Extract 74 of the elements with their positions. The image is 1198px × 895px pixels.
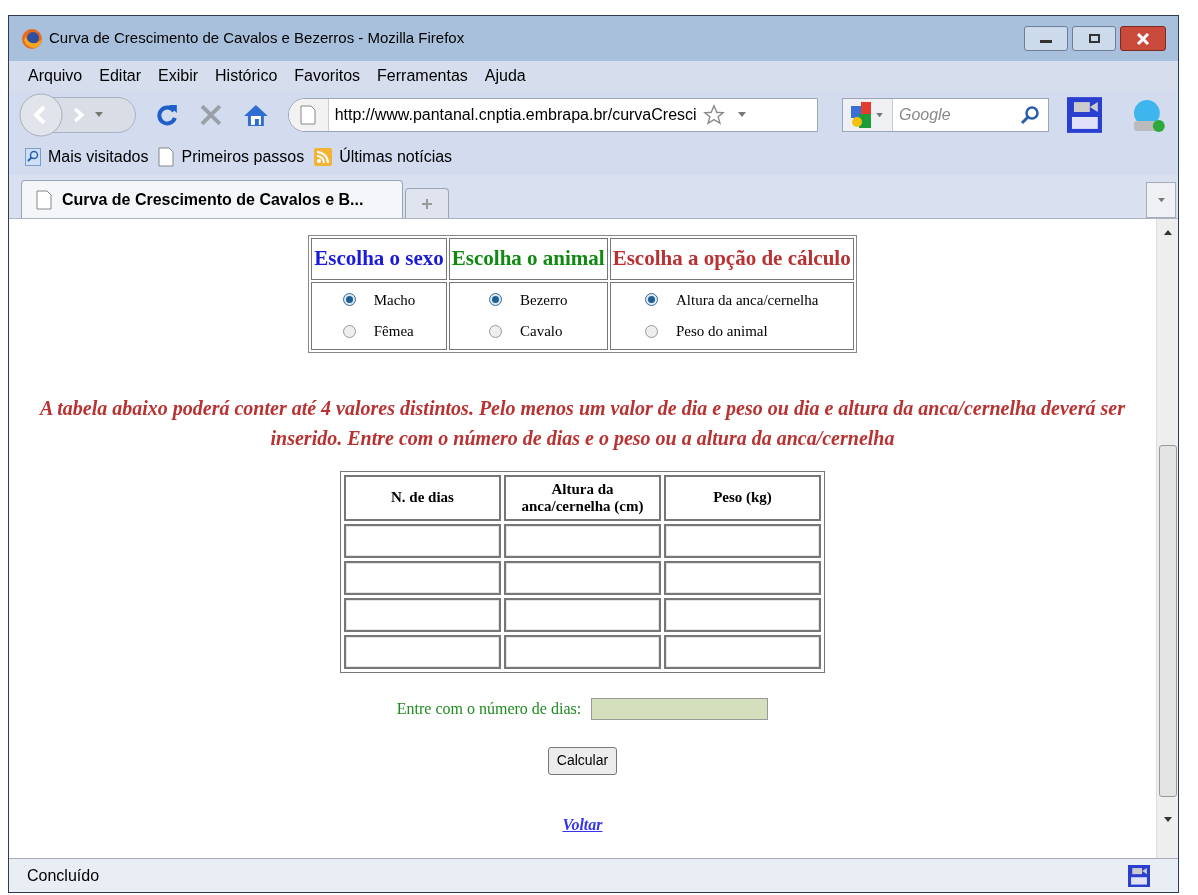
radio-button[interactable] [342, 293, 356, 307]
column-heading: Escolha a opção de cálculo [609, 238, 854, 280]
table-input[interactable] [666, 636, 819, 667]
url-text: http://www.pantanal.cnptia.embrapa.br/curvaCresci [334, 105, 697, 125]
radio-button[interactable] [489, 324, 502, 338]
days-label: Entre com o número de dias: [396, 698, 582, 719]
back-link[interactable]: Voltar [562, 812, 603, 837]
radio-label: Macho [373, 290, 416, 310]
table-input[interactable] [346, 562, 499, 593]
browser-tab[interactable]: Curva de Crescimento de Cavalos e B... [21, 180, 403, 218]
video-camera-icon[interactable] [1128, 864, 1150, 887]
search-icon [25, 148, 41, 166]
menu-item[interactable]: Editar [99, 64, 142, 88]
menu-item[interactable]: Exibir [158, 64, 199, 88]
instruction-text: A tabela abaixo poderá conter até 4 valores distintos. Pelo menos um valor de dia e peso ou dia e altura da anca/cernelha deverá ser inserido. Entre com o número de dias e o peso ou a altura da anca/cernelha [38, 395, 1126, 452]
caret-icon [94, 112, 104, 118]
search-icon[interactable] [1019, 105, 1040, 125]
table-input[interactable] [506, 562, 659, 593]
radio-label: Peso do animal [675, 322, 768, 341]
caret-icon [874, 112, 884, 118]
menu-item[interactable]: Favoritos [294, 64, 361, 88]
caret-icon[interactable] [736, 112, 747, 118]
table-input[interactable] [666, 562, 819, 593]
column-heading: Escolha o animal [448, 238, 608, 280]
scroll-up-icon[interactable] [1162, 229, 1173, 235]
page-icon [36, 189, 52, 210]
maximize-button[interactable] [1072, 26, 1116, 51]
table-input[interactable] [346, 636, 499, 667]
table-input[interactable] [506, 599, 659, 630]
menu-item[interactable]: Ferramentas [377, 64, 468, 88]
status-text: Concluído [27, 865, 100, 886]
radio-label: Altura da anca/cernelha [675, 290, 819, 310]
menu-item[interactable]: Arquivo [28, 64, 83, 88]
column-header: N. de dias [344, 474, 501, 521]
radio-button[interactable] [489, 293, 502, 307]
radio-button[interactable] [342, 324, 356, 338]
bookmark-link[interactable]: Mais visitados [48, 145, 149, 169]
star-icon[interactable] [702, 104, 725, 126]
column-heading: Escolha o sexo [311, 238, 447, 280]
search-field[interactable]: Google [841, 98, 1049, 132]
scrollbar[interactable] [1156, 219, 1178, 858]
plus-icon [421, 197, 433, 210]
table-input[interactable] [666, 599, 819, 630]
minimize-button[interactable] [1024, 26, 1068, 51]
close-icon [1136, 32, 1150, 45]
caret-icon [1156, 197, 1166, 203]
scroll-down-icon[interactable] [1162, 817, 1173, 823]
video-camera-icon[interactable] [1066, 97, 1103, 133]
bookmark-link[interactable]: Últimas notícias [339, 145, 453, 169]
calcular-button[interactable]: Calcular [547, 746, 618, 775]
table-input[interactable] [346, 599, 499, 630]
address-bar[interactable]: http://www.pantanal.cnptia.embrapa.br/curvaCresci [287, 98, 818, 132]
bookmark-link[interactable]: Primeiros passos [181, 145, 305, 169]
column-header: Peso (kg) [664, 474, 821, 521]
window-title: Curva de Crescimento de Cavalos e Bezerros - Mozilla Firefox [49, 28, 465, 49]
menu-item[interactable]: Histórico [215, 64, 278, 88]
reload-icon[interactable] [154, 102, 180, 128]
rss-icon [314, 148, 333, 166]
search-input[interactable]: Google [898, 103, 1009, 127]
table-input[interactable] [506, 636, 659, 667]
menu-item[interactable]: Ajuda [484, 64, 526, 88]
close-button[interactable] [1120, 26, 1166, 51]
page-icon [300, 105, 317, 125]
table-input[interactable] [346, 525, 499, 556]
page-icon [158, 147, 175, 167]
table-input[interactable] [666, 525, 819, 556]
radio-button[interactable] [644, 293, 658, 307]
radio-button[interactable] [644, 324, 658, 338]
table-input[interactable] [506, 525, 659, 556]
radio-label: Fêmea [373, 322, 414, 341]
days-input[interactable] [591, 697, 769, 720]
radio-label: Cavalo [520, 322, 563, 341]
column-header: Altura da anca/cernelha (cm) [504, 474, 661, 521]
radio-label: Bezerro [520, 290, 568, 310]
